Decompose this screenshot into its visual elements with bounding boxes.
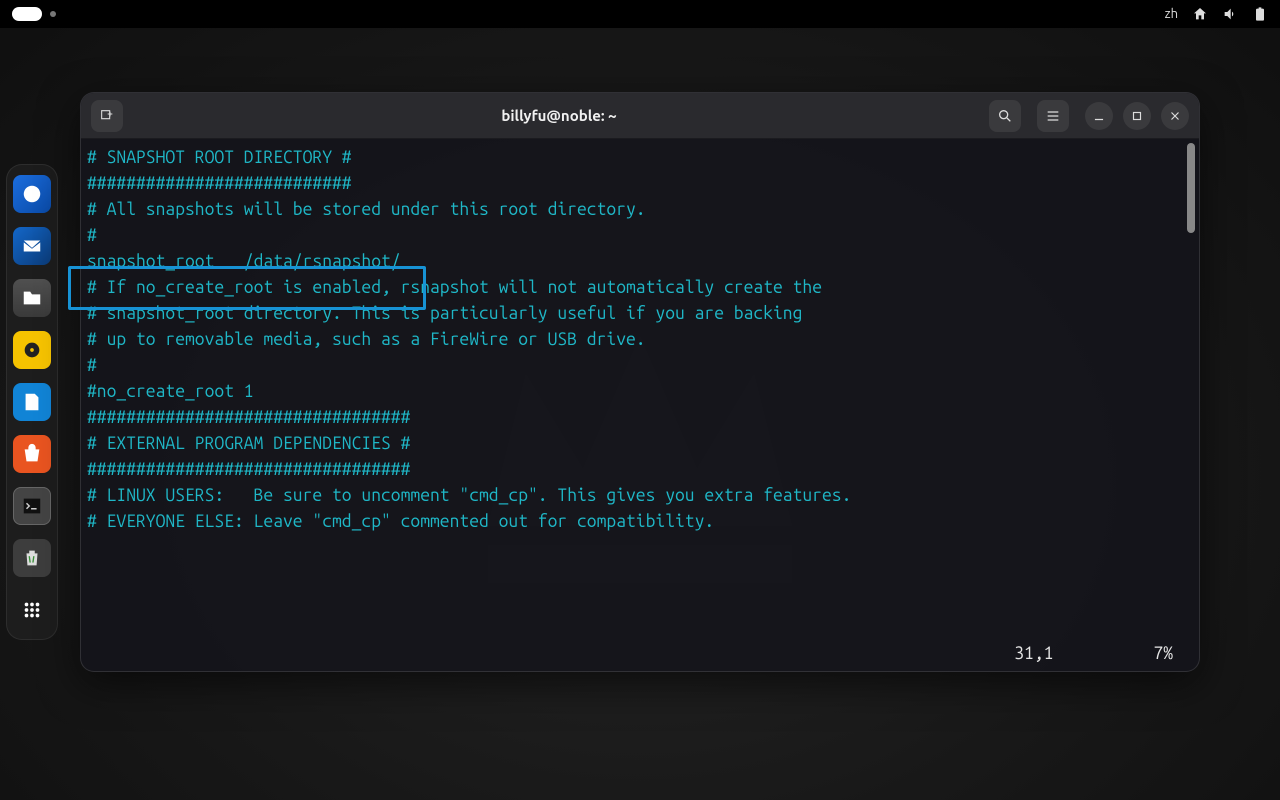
dock-item-rhythmbox[interactable] [13,331,51,369]
editor-line: # LINUX USERS: Be sure to uncomment "cmd… [87,483,1185,509]
dock-item-files[interactable] [13,279,51,317]
editor-line: snapshot_root /data/rsnapshot/ [87,249,1185,275]
maximize-button[interactable] [1123,102,1151,130]
dock-item-trash[interactable] [13,539,51,577]
window-title: billyfu@noble: ~ [129,107,989,124]
terminal-window: billyfu@noble: ~ # SNAPSHOT ROOT DIRECTO… [80,92,1200,672]
network-icon[interactable] [1192,6,1208,22]
editor-line: #no_create_root 1 [87,379,1185,405]
workspace-dot[interactable] [50,11,56,17]
dock-item-terminal[interactable] [13,487,51,525]
editor-status-line: 31,1 7% [81,641,1181,667]
top-panel: zh [0,0,1280,28]
dock-item-thunderbird[interactable] [13,227,51,265]
input-method-indicator[interactable]: zh [1165,7,1178,21]
menu-button[interactable] [1037,100,1069,132]
minimize-button[interactable] [1085,102,1113,130]
cursor-position: 31,1 [1014,641,1053,667]
editor-line: # EVERYONE ELSE: Leave "cmd_cp" commente… [87,509,1185,535]
dock-item-apps[interactable] [13,591,51,629]
scrollbar-thumb[interactable] [1187,143,1195,233]
dock [6,164,58,640]
window-titlebar[interactable]: billyfu@noble: ~ [81,93,1199,139]
editor-line: # If no_create_root is enabled, rsnapsho… [87,275,1185,301]
editor-line: # SNAPSHOT ROOT DIRECTORY # [87,145,1185,171]
editor-line: ################################# [87,457,1185,483]
editor-line: # All snapshots will be stored under thi… [87,197,1185,223]
dock-item-writer[interactable] [13,383,51,421]
editor-line: # EXTERNAL PROGRAM DEPENDENCIES # [87,431,1185,457]
dock-item-edge[interactable] [13,175,51,213]
battery-icon[interactable] [1252,6,1268,22]
scroll-percent: 7% [1153,641,1173,667]
editor-line: ########################### [87,171,1185,197]
volume-icon[interactable] [1222,6,1238,22]
activities-button[interactable] [12,7,42,21]
search-button[interactable] [989,100,1021,132]
editor-line: ################################# [87,405,1185,431]
editor-line: # [87,353,1185,379]
close-button[interactable] [1161,102,1189,130]
editor-line: # up to removable media, such as a FireW… [87,327,1185,353]
dock-item-software[interactable] [13,435,51,473]
terminal-body[interactable]: # SNAPSHOT ROOT DIRECTORY # ############… [81,139,1199,671]
editor-line: # [87,223,1185,249]
new-tab-button[interactable] [91,100,123,132]
editor-line: # snapshot_root directory. This is parti… [87,301,1185,327]
